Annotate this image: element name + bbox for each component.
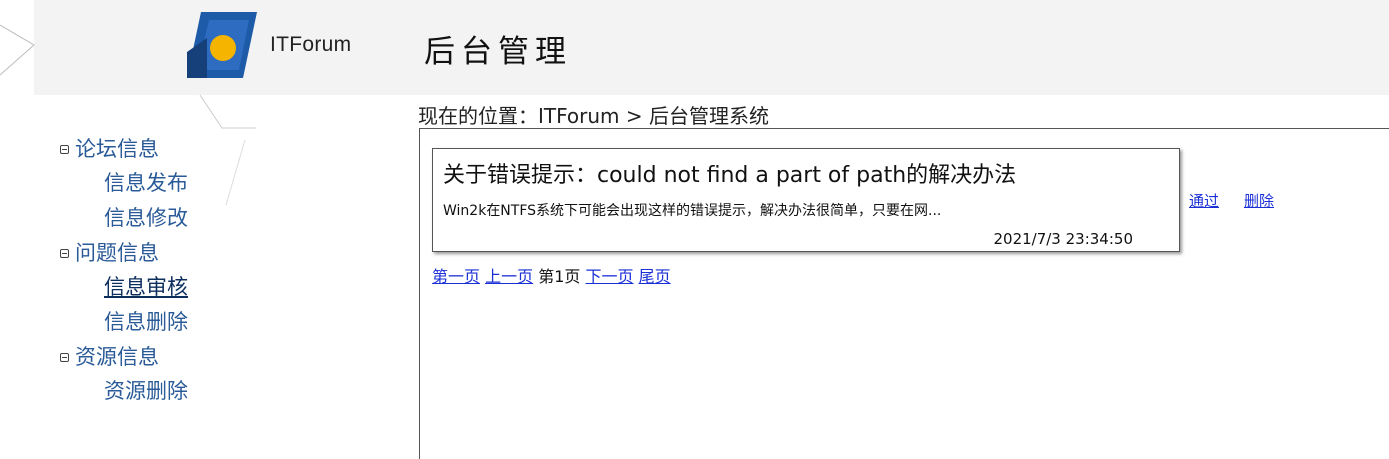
approve-link[interactable]: 通过 (1189, 190, 1219, 211)
last-page-link[interactable]: 尾页 (639, 267, 671, 286)
sidebar-item-delete[interactable]: 信息删除 (60, 305, 188, 340)
post-timestamp: 2021/7/3 23:34:50 (993, 230, 1133, 248)
prev-page-link[interactable]: 上一页 (485, 267, 533, 286)
collapse-icon[interactable] (60, 248, 69, 258)
sidebar-item-resource-delete[interactable]: 资源删除 (60, 374, 188, 409)
collapse-icon[interactable] (60, 352, 69, 362)
page-title: 后台管理 (424, 34, 572, 70)
sidebar-group-resources[interactable]: 资源信息 (60, 340, 188, 374)
post-title: 关于错误提示：could not find a part of path的解决办… (443, 163, 1017, 188)
sidebar-nav: 论坛信息 信息发布 信息修改 问题信息 信息审核 信息删除 资源信息 资源删除 (60, 132, 188, 409)
sidebar-item-publish[interactable]: 信息发布 (60, 166, 188, 201)
sidebar-group-label: 问题信息 (75, 241, 159, 265)
breadcrumb: 现在的位置：ITForum > 后台管理系统 (418, 104, 769, 128)
delete-link[interactable]: 删除 (1244, 190, 1274, 211)
logo-text: ITForum (270, 33, 352, 56)
first-page-link[interactable]: 第一页 (432, 267, 480, 286)
sidebar-item-review[interactable]: 信息审核 (60, 270, 188, 305)
next-page-link[interactable]: 下一页 (586, 267, 634, 286)
collapse-icon[interactable] (60, 144, 69, 154)
post-summary: Win2k在NTFS系统下可能会出现这样的错误提示，解决办法很简单，只要在网..… (443, 203, 942, 219)
sidebar-group-label: 论坛信息 (75, 137, 159, 161)
sidebar-group-label: 资源信息 (75, 345, 159, 369)
sidebar-item-modify[interactable]: 信息修改 (60, 201, 188, 236)
sidebar-group-forum[interactable]: 论坛信息 (60, 132, 188, 166)
sidebar-group-questions[interactable]: 问题信息 (60, 236, 188, 270)
current-page: 第1页 (538, 267, 581, 286)
post-card: 关于错误提示：could not find a part of path的解决办… (432, 148, 1180, 252)
pagination: 第一页 上一页 第1页 下一页 尾页 (432, 263, 671, 287)
itforum-logo-icon (187, 12, 257, 78)
